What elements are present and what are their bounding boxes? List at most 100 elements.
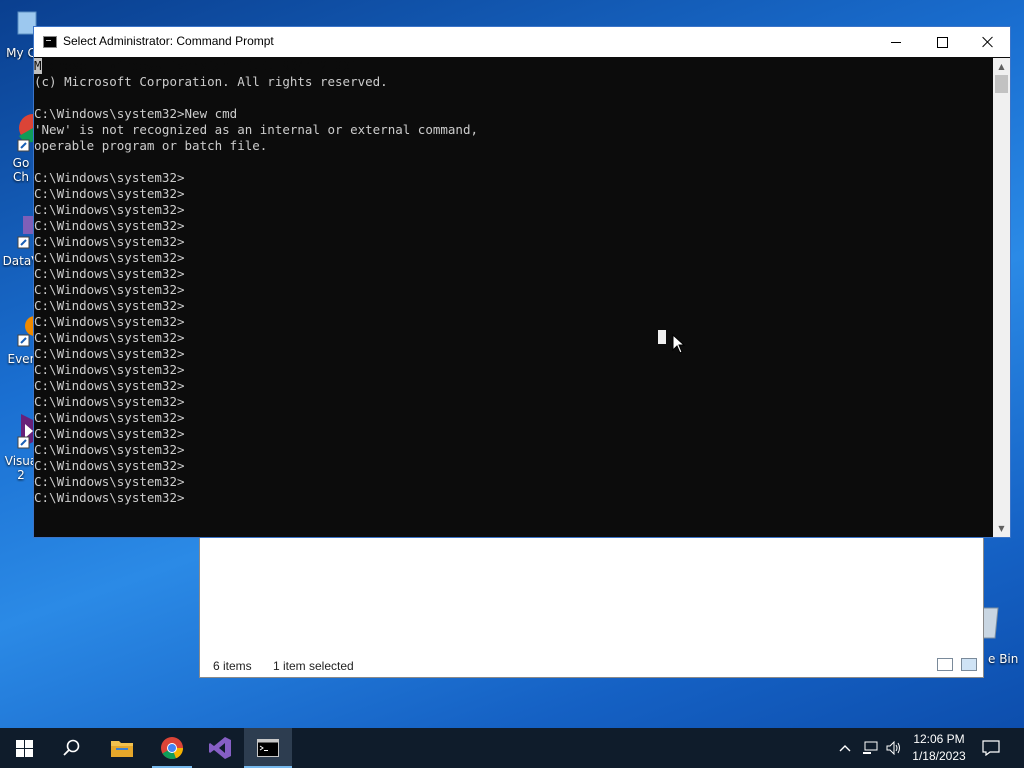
console-line-text: C:\Windows\system32> (34, 314, 185, 329)
system-tray (838, 728, 902, 768)
console-line: C:\Windows\system32> (34, 234, 994, 250)
volume-icon[interactable] (886, 741, 902, 755)
console-line: C:\Windows\system32> (34, 330, 994, 346)
console-line-text: C:\Windows\system32> (34, 362, 185, 377)
console-line: C:\Windows\system32> (34, 490, 994, 506)
cmd-title-bar[interactable]: Select Administrator: Command Prompt (34, 27, 1010, 57)
visual-studio-taskbar[interactable] (196, 728, 244, 768)
console-line: Microsoft Windows [Version 10.0.19044.21… (34, 58, 994, 74)
clock-time: 12:06 PM (913, 732, 965, 746)
view-switcher (937, 658, 977, 671)
console-line: C:\Windows\system32> (34, 426, 994, 442)
folder-icon (111, 741, 133, 757)
scroll-thumb[interactable] (995, 75, 1008, 93)
cmd-icon (257, 739, 279, 757)
console-line-text: C:\Windows\system32> (34, 410, 185, 425)
close-button[interactable] (965, 27, 1011, 57)
close-icon (982, 36, 994, 48)
console-line: C:\Windows\system32> (34, 346, 994, 362)
scroll-up-arrow-icon[interactable]: ▲ (993, 58, 1010, 75)
network-icon[interactable] (862, 741, 880, 755)
mouse-pointer-icon (672, 334, 686, 354)
notification-icon (982, 740, 1000, 756)
file-explorer-taskbar[interactable] (98, 728, 146, 768)
details-view-icon[interactable] (937, 658, 953, 671)
console-line: C:\Windows\system32> (34, 314, 994, 330)
maximize-button[interactable] (919, 27, 965, 57)
console-output[interactable]: Microsoft Windows [Version 10.0.19044.21… (34, 58, 994, 537)
cmd-taskbar[interactable] (244, 728, 292, 768)
console-line-text: Microsoft Windows [Version 10.0.19044.21… (34, 58, 358, 73)
console-line-text: operable program or batch file. (34, 138, 268, 153)
console-line-text: C:\Windows\system32> (34, 250, 185, 265)
console-line-text: C:\Windows\system32> (34, 218, 185, 233)
minimize-button[interactable] (873, 27, 919, 57)
console-line: (c) Microsoft Corporation. All rights re… (34, 74, 994, 90)
scroll-down-arrow-icon[interactable]: ▼ (993, 520, 1010, 537)
vertical-scrollbar[interactable]: ▲ ▼ (993, 58, 1010, 537)
console-line-text: 'New' is not recognized as an internal o… (34, 122, 479, 137)
search-button[interactable] (48, 728, 96, 768)
console-line: C:\Windows\system32> (34, 250, 994, 266)
clock[interactable]: 12:06 PM 1/18/2023 (906, 731, 972, 765)
windows-logo-icon (15, 739, 33, 757)
console-line: C:\Windows\system32> (34, 474, 994, 490)
item-count: 6 items (213, 659, 252, 673)
console-line-text: C:\Windows\system32> (34, 474, 185, 489)
console-line-text: C:\Windows\system32> (34, 298, 185, 313)
text-cursor-block (658, 330, 666, 344)
console-line: C:\Windows\system32> (34, 442, 994, 458)
console-line-text: C:\Windows\system32> (34, 426, 185, 441)
minimize-icon (891, 41, 901, 43)
console-line-text: C:\Windows\system32> (34, 394, 185, 409)
console-line: C:\Windows\system32>New cmd (34, 106, 994, 122)
selection-count: 1 item selected (273, 659, 354, 673)
console-line-text: C:\Windows\system32> (34, 282, 185, 297)
file-explorer-window[interactable]: 6 items 1 item selected (199, 535, 984, 678)
console-line-text: C:\Windows\system32> (34, 490, 185, 505)
command-prompt-window[interactable]: Select Administrator: Command Prompt Mic… (33, 26, 1011, 538)
console-line-text: C:\Windows\system32> (34, 330, 185, 345)
console-line-text: C:\Windows\system32> (34, 442, 185, 457)
chrome-icon (161, 737, 184, 760)
console-line-text: C:\Windows\system32> (34, 346, 185, 361)
console-line-text: C:\Windows\system32>New cmd (34, 106, 238, 121)
clock-date: 1/18/2023 (912, 749, 966, 763)
console-line: C:\Windows\system32> (34, 298, 994, 314)
console-line-text: C:\Windows\system32> (34, 234, 185, 249)
taskbar: 12:06 PM 1/18/2023 (0, 728, 1024, 768)
console-line-text: C:\Windows\system32> (34, 170, 185, 185)
console-line: C:\Windows\system32> (34, 410, 994, 426)
console-line-text: C:\Windows\system32> (34, 202, 185, 217)
visual-studio-icon (209, 737, 231, 759)
console-line: C:\Windows\system32> (34, 394, 994, 410)
recycle-bin-label: e Bin (988, 652, 1019, 666)
console-line: 'New' is not recognized as an internal o… (34, 122, 994, 138)
console-line-text: (c) Microsoft Corporation. All rights re… (34, 74, 388, 89)
console-line: C:\Windows\system32> (34, 378, 994, 394)
console-line: C:\Windows\system32> (34, 202, 994, 218)
console-line-text: C:\Windows\system32> (34, 266, 185, 281)
console-line-text: C:\Windows\system32> (34, 186, 185, 201)
console-line-text: C:\Windows\system32> (34, 378, 185, 393)
console-line: C:\Windows\system32> (34, 266, 994, 282)
large-icons-view-icon[interactable] (961, 658, 977, 671)
console-line: C:\Windows\system32> (34, 458, 994, 474)
cmd-icon[interactable] (43, 36, 57, 48)
console-line: C:\Windows\system32> (34, 362, 994, 378)
maximize-icon (936, 36, 948, 48)
window-title: Select Administrator: Command Prompt (63, 34, 274, 48)
console-line-text: C:\Windows\system32> (34, 458, 185, 473)
explorer-status-bar: 6 items 1 item selected (200, 655, 983, 677)
console-line: C:\Windows\system32> (34, 218, 994, 234)
console-line: operable program or batch file. (34, 138, 994, 154)
search-icon (63, 739, 80, 756)
console-line: C:\Windows\system32> (34, 282, 994, 298)
chevron-up-icon[interactable] (838, 743, 852, 753)
action-center-button[interactable] (968, 728, 1014, 768)
console-line: C:\Windows\system32> (34, 186, 994, 202)
chrome-taskbar[interactable] (148, 728, 196, 768)
start-button[interactable] (0, 728, 48, 768)
